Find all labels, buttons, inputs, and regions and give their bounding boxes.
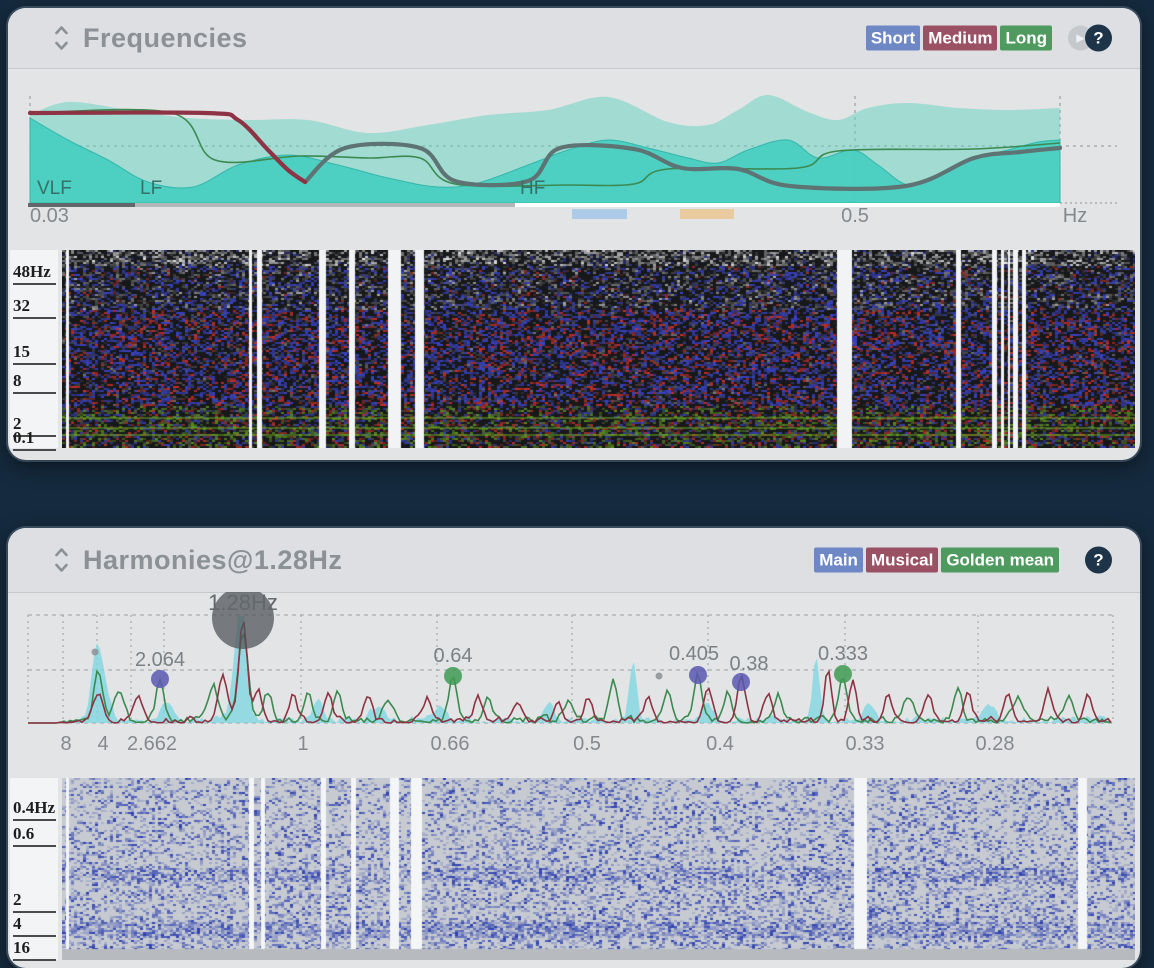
legend-chip-medium[interactable]: Medium	[923, 26, 997, 51]
band-range-bar	[135, 203, 515, 207]
harmonies-panel: Harmonies@1.28Hz Main Musical Golden mea…	[8, 528, 1140, 968]
harmonic-marker-0.38[interactable]	[732, 673, 750, 691]
frequencies-panel: Frequencies Short Medium Long ▶ ? VLF LF H…	[8, 8, 1140, 460]
minor-peak-dot[interactable]	[92, 649, 99, 656]
spectrogram-y-label: 32	[13, 296, 56, 319]
legend-chip-short[interactable]: Short	[866, 26, 920, 51]
x-tick-label: 2.662	[127, 733, 177, 755]
frequencies-chart: VLF LF HF 0.03 0.5 Hz	[8, 70, 1140, 246]
panel-title: Harmonies@1.28Hz	[83, 545, 342, 576]
band-range-bar	[515, 203, 1060, 207]
musical-line	[28, 622, 1111, 723]
collapse-expand-icon[interactable]	[54, 25, 69, 51]
spectrogram-y-label: 16	[13, 938, 56, 961]
harmonies-spectrogram-axis: 0.4Hz 0.6 2416	[10, 778, 58, 960]
legend-chip-musical[interactable]: Musical	[866, 548, 938, 573]
x-tick-label: 8	[60, 733, 71, 755]
harmonic-marker-0.64[interactable]	[444, 667, 462, 685]
harmonic-marker-label: 0.38	[730, 653, 769, 675]
x-tick-label: 0.03	[30, 205, 69, 227]
band-label: HF	[520, 178, 545, 199]
frequencies-spectrogram-axis: 48Hz3215820.1	[10, 250, 58, 448]
x-tick-label: 0.5	[573, 733, 601, 755]
spectrogram-y-label: 48Hz	[13, 262, 56, 285]
band-segment	[680, 209, 734, 219]
harmonic-marker-0.405[interactable]	[689, 666, 707, 684]
x-tick-label: 1	[297, 733, 308, 755]
x-tick-label: 0.28	[976, 733, 1015, 755]
x-tick-label: 0.33	[846, 733, 885, 755]
harmonic-marker-label: 2.064	[135, 649, 185, 671]
help-icon[interactable]: ?	[1085, 25, 1112, 52]
x-tick-label: Hz	[1063, 205, 1087, 227]
spectrogram-y-label: 0.1	[13, 428, 56, 451]
help-icon[interactable]: ?	[1085, 547, 1112, 574]
legend-chip-main[interactable]: Main	[814, 548, 863, 573]
harmonies-legend: Main Musical Golden mean ?	[811, 547, 1112, 574]
frequencies-legend: Short Medium Long ▶ ?	[863, 25, 1112, 52]
band-segment	[572, 209, 627, 219]
collapse-expand-icon[interactable]	[54, 547, 69, 573]
spectrogram-y-label: 15	[13, 342, 56, 365]
spectrogram-y-label: 8	[13, 371, 56, 394]
spectrogram-y-label: 0.6	[13, 824, 56, 847]
x-tick-label: 0.4	[706, 733, 734, 755]
legend-chip-golden-mean[interactable]: Golden mean	[941, 548, 1059, 573]
golden-mean-line	[28, 634, 1111, 723]
spectrogram-y-label: 4	[13, 914, 56, 937]
x-tick-label: 4	[97, 733, 108, 755]
panel-title: Frequencies	[83, 23, 248, 54]
x-tick-label: 0.66	[431, 733, 470, 755]
spectrogram-y-label: 2	[13, 890, 56, 913]
frequencies-spectrogram	[62, 250, 1135, 448]
harmonic-marker-0.333[interactable]	[834, 665, 852, 683]
legend-chip-long[interactable]: Long	[1000, 26, 1052, 51]
harmonies-spectrogram	[62, 778, 1135, 960]
harmonic-marker-label: 0.405	[669, 643, 719, 665]
harmonic-marker-2.064[interactable]	[151, 670, 169, 688]
harmonic-marker-label: 0.333	[818, 643, 868, 665]
minor-peak-dot[interactable]	[656, 673, 663, 680]
band-label: VLF	[37, 178, 72, 199]
harmonic-marker-label: 0.64	[434, 645, 473, 667]
harmonies-chart: 1.28Hz 2.064 0.64 0.405 0.38 0.333 8 4 2.662 1 0.6…	[8, 592, 1140, 770]
spectrogram-y-label: 0.4Hz	[13, 798, 56, 821]
harmonies-header: Harmonies@1.28Hz Main Musical Golden mea…	[8, 528, 1140, 593]
selected-harmonic-label: 1.28Hz	[208, 592, 278, 615]
frequencies-header: Frequencies Short Medium Long ▶ ?	[8, 8, 1140, 69]
band-label: LF	[140, 178, 162, 199]
x-tick-label: 0.5	[841, 205, 869, 227]
